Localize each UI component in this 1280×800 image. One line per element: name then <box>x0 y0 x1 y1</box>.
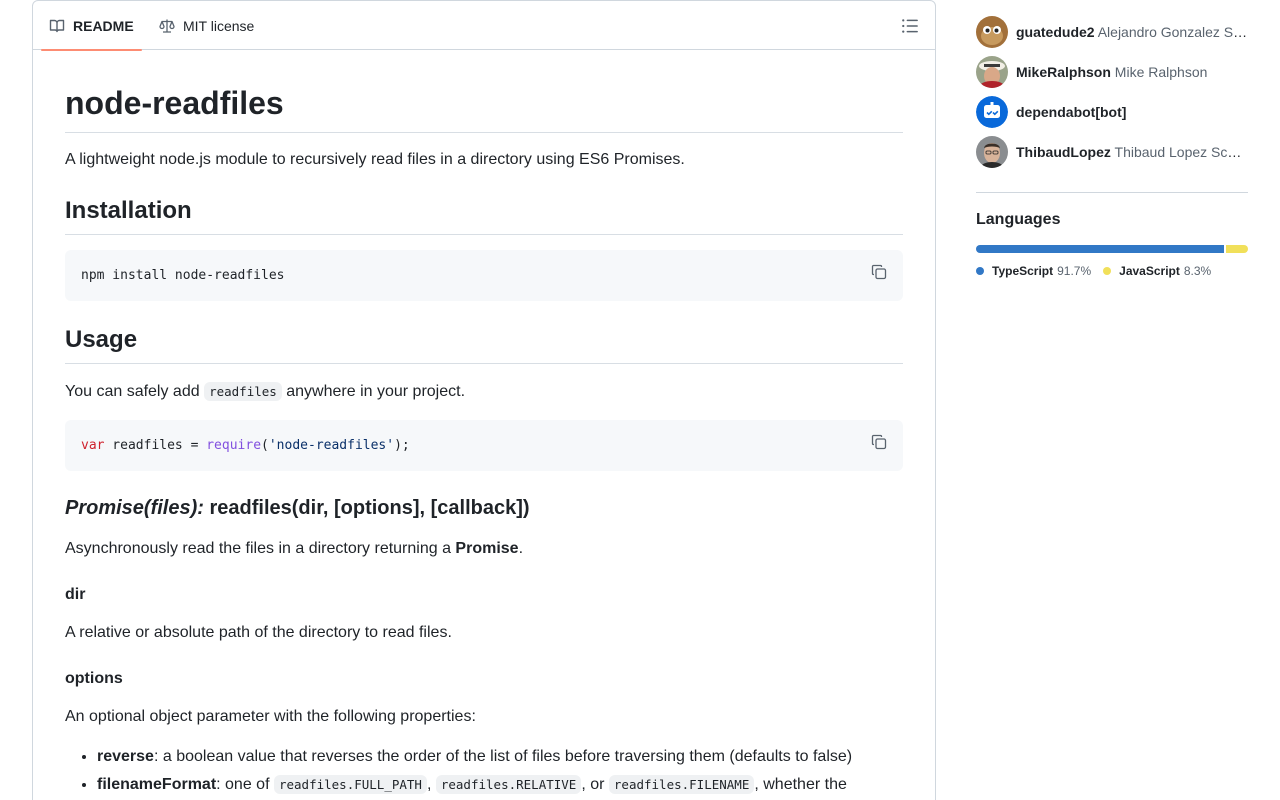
contributor-fullname: Mike Ralphson <box>1114 64 1208 80</box>
readme-tabbar: README MIT license <box>33 1 935 51</box>
avatar[interactable] <box>976 96 1008 128</box>
prop-sep: , or <box>581 776 609 793</box>
avatar[interactable] <box>976 16 1008 48</box>
readme-description: A lightweight node.js module to recursiv… <box>65 151 685 168</box>
sidebar-divider <box>976 192 1248 193</box>
scale-icon <box>159 19 175 33</box>
avatar-image <box>976 16 1008 48</box>
api-heading: Promise(files): readfiles(dir, [options]… <box>65 496 530 521</box>
readme-panel: README MIT license node-readfiles A ligh… <box>32 0 936 800</box>
language-percent: 91.7% <box>1057 264 1092 278</box>
require-code: var readfiles = require('node-readfiles'… <box>81 438 410 453</box>
usage-divider <box>65 363 903 364</box>
language-percent: 8.3% <box>1183 264 1212 278</box>
code-function: require <box>206 438 262 453</box>
contributor-row[interactable]: guatedude2 Alejandro Gonzalez Sole <box>976 16 1248 48</box>
dir-description: A relative or absolute path of the direc… <box>65 624 452 641</box>
installation-divider <box>65 234 903 235</box>
inline-code: readfiles.FILENAME <box>608 775 755 794</box>
contributor-names: MikeRalphson Mike Ralphson <box>1016 64 1248 80</box>
contributor-fullname: Alejandro Gonzalez Sole <box>1097 24 1248 40</box>
language-dot <box>976 267 984 275</box>
languages-legend: TypeScript 91.7% JavaScript 8.3% <box>976 264 1223 278</box>
options-heading: options <box>65 670 123 687</box>
language-name: JavaScript <box>1119 264 1180 278</box>
prop-text: , whether the <box>754 776 847 793</box>
book-icon <box>49 19 65 32</box>
avatar-image <box>976 56 1008 88</box>
list-item: reverse: a boolean value that reverses t… <box>97 745 852 769</box>
api-heading-return: Promise(files): <box>65 497 204 519</box>
languages-heading: Languages <box>976 211 1061 228</box>
usage-text: You can safely add readfiles anywhere in… <box>65 380 465 404</box>
language-dot <box>1103 267 1112 275</box>
tab-license[interactable]: MIT license <box>151 1 262 50</box>
inline-code: readfiles.FULL_PATH <box>273 775 427 794</box>
avatar[interactable] <box>976 136 1008 168</box>
api-desc-strong: Promise <box>455 540 519 557</box>
contributor-names: guatedude2 Alejandro Gonzalez Sole <box>1016 24 1248 40</box>
code-keyword: var <box>81 438 105 453</box>
prop-name: filenameFormat <box>97 776 217 793</box>
usage-text-after: anywhere in your project. <box>281 383 466 400</box>
code-paren-close: ); <box>394 438 410 453</box>
prop-text: : one of <box>216 776 274 793</box>
contributor-names: ThibaudLopez Thibaud Lopez Schneider <box>1016 144 1248 160</box>
usage-text-before: You can safely add <box>65 383 205 400</box>
dependabot-icon <box>976 96 1008 128</box>
language-bar-segment <box>1225 245 1248 253</box>
install-code: npm install node-readfiles <box>81 268 285 283</box>
options-list: reverse: a boolean value that reverses t… <box>65 745 852 800</box>
language-javascript[interactable]: JavaScript 8.3% <box>1103 264 1211 278</box>
languages-bar <box>976 245 1248 253</box>
code-string: 'node-readfiles' <box>268 438 395 453</box>
tab-readme[interactable]: README <box>41 1 142 51</box>
dir-heading: dir <box>65 586 86 603</box>
readme-title: node-readfiles <box>65 85 284 121</box>
contributor-login[interactable]: MikeRalphson <box>1016 64 1111 80</box>
prop-name: reverse <box>97 748 154 765</box>
install-code-block: npm install node-readfiles <box>65 250 903 301</box>
contributor-row[interactable]: MikeRalphson Mike Ralphson <box>976 56 1248 88</box>
tab-license-label: MIT license <box>183 17 255 34</box>
language-name: TypeScript <box>992 264 1054 278</box>
code-paren: ( <box>261 438 269 453</box>
list-item: filenameFormat: one of readfiles.FULL_PA… <box>97 773 852 797</box>
tab-readme-label: README <box>73 17 134 34</box>
language-bar-segment <box>976 245 1224 253</box>
api-desc-before: Asynchronously read the files in a direc… <box>65 540 456 557</box>
prop-text: : a boolean value that reverses the orde… <box>153 748 853 765</box>
installation-heading: Installation <box>65 197 192 224</box>
options-description: An optional object parameter with the fo… <box>65 708 476 725</box>
avatar-image <box>976 136 1008 168</box>
inline-code-readfiles: readfiles <box>204 382 282 401</box>
api-description: Asynchronously read the files in a direc… <box>65 537 523 561</box>
copy-icon[interactable] <box>871 434 887 450</box>
api-heading-signature: readfiles(dir, [options], [callback]) <box>203 497 530 519</box>
contributor-row[interactable]: dependabot[bot] <box>976 96 1248 128</box>
contributor-login[interactable]: guatedude2 <box>1016 24 1095 40</box>
prop-sep: , <box>426 776 436 793</box>
contributor-row[interactable]: ThibaudLopez Thibaud Lopez Schneider <box>976 136 1248 168</box>
require-code-block: var readfiles = require('node-readfiles'… <box>65 420 903 471</box>
copy-icon[interactable] <box>871 264 887 280</box>
usage-heading: Usage <box>65 326 138 353</box>
inline-code: readfiles.RELATIVE <box>435 775 582 794</box>
api-desc-after: . <box>518 540 524 557</box>
contributor-fullname: Thibaud Lopez Schneider <box>1114 144 1248 160</box>
contributor-login[interactable]: dependabot[bot] <box>1016 104 1126 120</box>
contributor-names: dependabot[bot] <box>1016 104 1248 120</box>
contributor-login[interactable]: ThibaudLopez <box>1016 144 1111 160</box>
title-divider <box>65 132 903 133</box>
code-plain: readfiles = <box>104 438 207 453</box>
language-typescript[interactable]: TypeScript 91.7% <box>976 264 1091 278</box>
avatar[interactable] <box>976 56 1008 88</box>
outline-list-icon[interactable] <box>901 17 919 35</box>
